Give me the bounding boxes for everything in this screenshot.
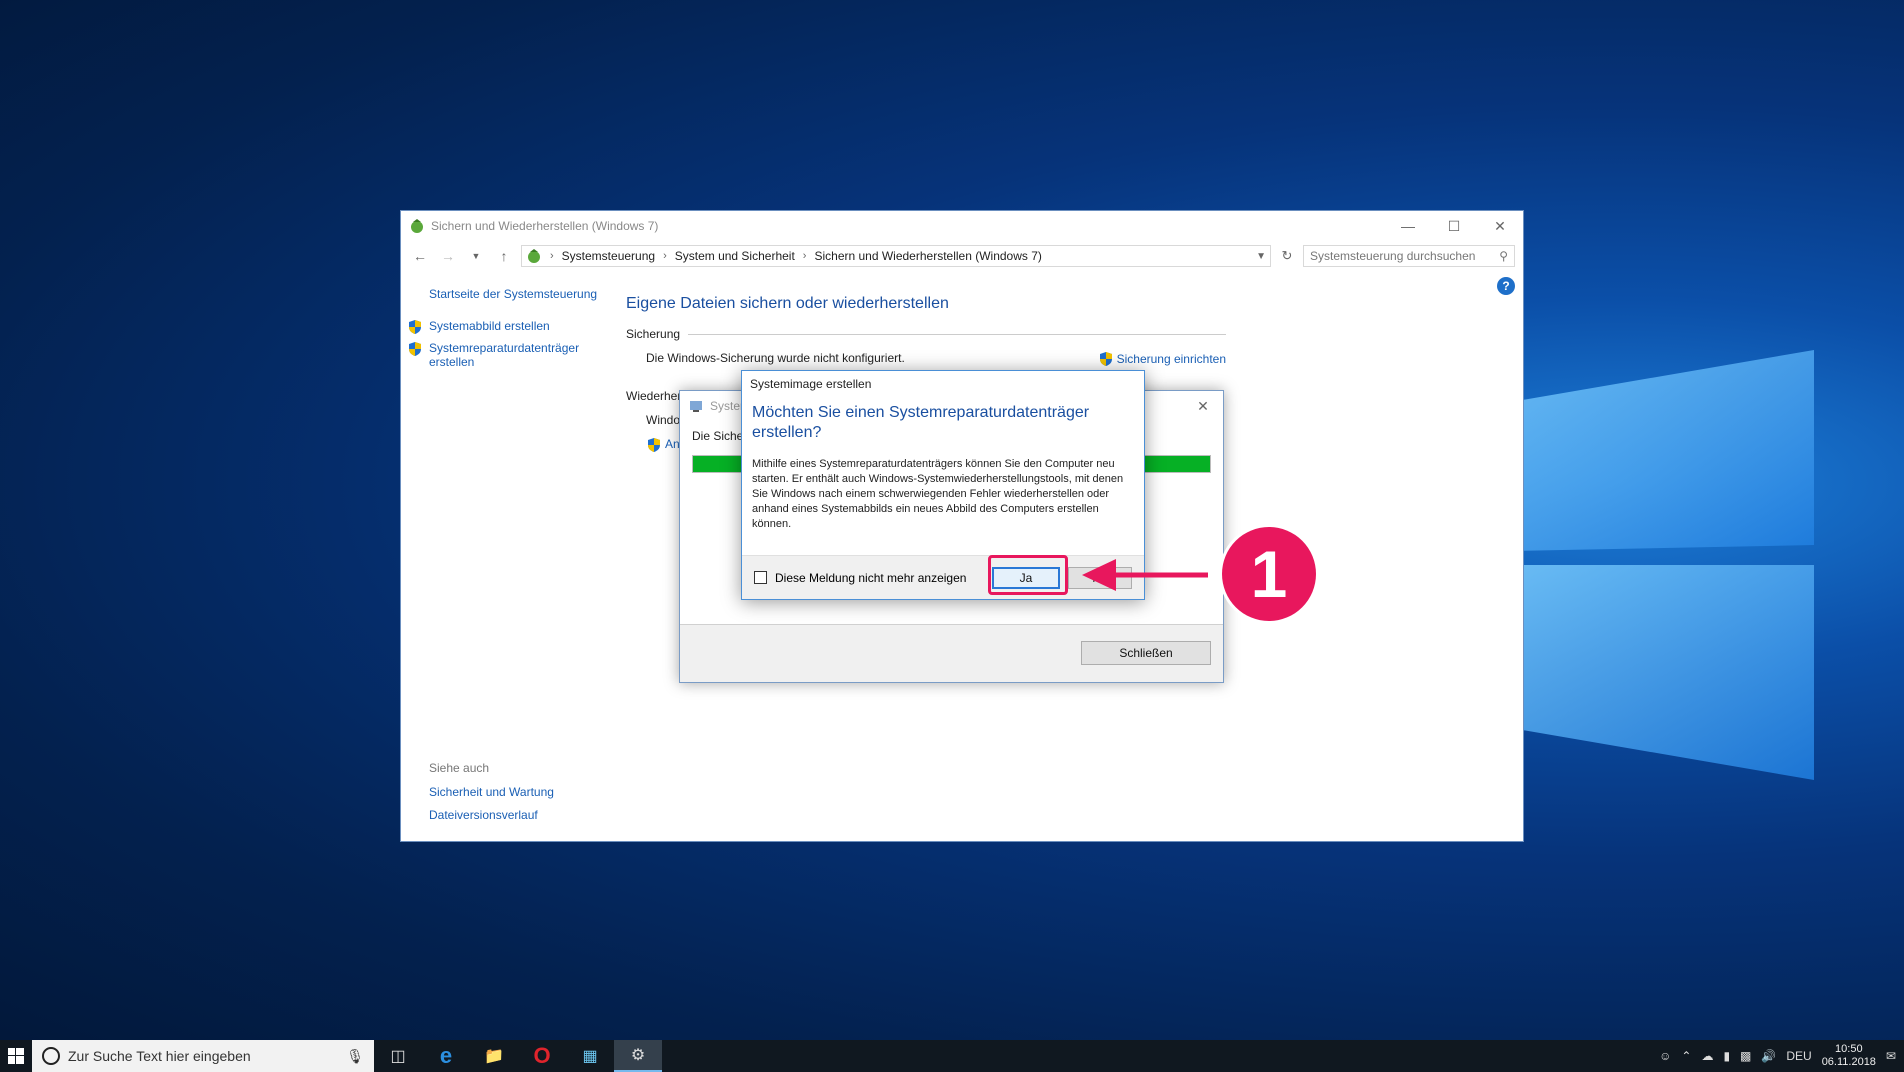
people-icon[interactable]: ☺ <box>1659 1049 1671 1063</box>
recent-locations-chevron-icon[interactable]: ▼ <box>465 251 487 261</box>
backup-section-header: Sicherung <box>626 327 1226 341</box>
page-title: Eigene Dateien sichern oder wiederherste… <box>626 295 949 312</box>
battery-icon[interactable]: ▮ <box>1723 1049 1730 1063</box>
taskbar: Zur Suche Text hier eingeben 🎙 ◫ e 📁 O ▦… <box>0 1040 1904 1072</box>
control-panel-taskbar-icon[interactable]: ▦ <box>566 1040 614 1072</box>
control-panel-home-link[interactable]: Startseite der Systemsteuerung <box>429 287 629 301</box>
backup-restore-icon <box>411 219 423 233</box>
refresh-icon[interactable]: ↻ <box>1277 248 1297 264</box>
back-arrow-icon[interactable]: ← <box>409 248 431 264</box>
search-icon: ⚲ <box>1499 249 1508 263</box>
windows-start-icon <box>8 1048 24 1064</box>
close-button[interactable]: ✕ <box>1477 211 1523 241</box>
forward-arrow-icon[interactable]: → <box>437 248 459 264</box>
prompt-titlebar: Systemimage erstellen <box>750 377 872 391</box>
file-history-link[interactable]: Dateiversionsverlauf <box>429 808 554 822</box>
uac-shield-icon <box>648 438 660 452</box>
setup-backup-link[interactable]: Sicherung einrichten <box>1098 351 1226 367</box>
section-divider <box>688 333 1226 335</box>
address-bar[interactable]: › Systemsteuerung › System und Sicherhei… <box>521 245 1271 267</box>
prompt-main: Möchten Sie einen Systemreparaturdatentr… <box>742 397 1144 532</box>
maximize-button[interactable]: ☐ <box>1431 211 1477 241</box>
step-number-badge: 1 <box>1222 527 1316 621</box>
dialog-close-button[interactable]: ✕ <box>1183 391 1223 421</box>
breadcrumb-separator-icon: › <box>663 250 667 262</box>
uac-shield-icon <box>1099 352 1112 366</box>
dont-show-again-label[interactable]: Diese Meldung nicht mehr anzeigen <box>775 571 992 585</box>
clock[interactable]: 10:50 06.11.2018 <box>1822 1043 1876 1069</box>
clock-time: 10:50 <box>1835 1043 1863 1055</box>
security-maintenance-link[interactable]: Sicherheit und Wartung <box>429 785 554 799</box>
breadcrumb-item[interactable]: Systemsteuerung <box>562 249 655 263</box>
backup-status-row: Die Windows-Sicherung wurde nicht konfig… <box>626 351 1226 367</box>
breadcrumb-item[interactable]: Sichern und Wiederherstellen (Windows 7) <box>814 249 1041 263</box>
system-tray: ☺ ⌃ ☁ ▮ ▩ 🔊 DEU 10:50 06.11.2018 ✉ <box>1659 1043 1904 1069</box>
action-center-icon[interactable]: ✉ <box>1886 1049 1896 1063</box>
cortana-icon <box>42 1047 60 1065</box>
network-icon[interactable]: ▩ <box>1740 1049 1751 1063</box>
dialog-footer: Schließen <box>680 624 1223 682</box>
help-icon[interactable]: ? <box>1497 277 1515 295</box>
window-title: Sichern und Wiederherstellen (Windows 7) <box>431 219 659 233</box>
start-button[interactable] <box>0 1040 32 1072</box>
address-dropdown-icon[interactable]: ▼ <box>1256 251 1266 262</box>
search-placeholder: Systemsteuerung durchsuchen <box>1310 249 1476 263</box>
microphone-icon[interactable]: 🎙 <box>346 1048 364 1065</box>
breadcrumb-separator-icon: › <box>550 250 554 262</box>
address-row: ← → ▼ ↑ › Systemsteuerung › System und S… <box>401 241 1523 271</box>
edge-browser-icon[interactable]: e <box>422 1040 470 1072</box>
task-view-icon[interactable]: ◫ <box>374 1040 422 1072</box>
file-explorer-icon[interactable]: 📁 <box>470 1040 518 1072</box>
uac-shield-icon <box>409 342 421 356</box>
clock-date: 06.11.2018 <box>1821 1056 1876 1068</box>
show-hidden-icons-chevron-icon[interactable]: ⌃ <box>1681 1049 1691 1063</box>
see-also-section: Siehe auch Sicherheit und Wartung Dateiv… <box>429 761 554 831</box>
taskbar-search-placeholder: Zur Suche Text hier eingeben <box>68 1048 251 1064</box>
sidebar-item-label: Systemabbild erstellen <box>429 319 550 333</box>
prompt-heading: Möchten Sie einen Systemreparaturdatentr… <box>752 404 1090 441</box>
breadcrumb-separator-icon: › <box>802 250 807 262</box>
search-input[interactable]: Systemsteuerung durchsuchen ⚲ <box>1303 245 1515 267</box>
volume-icon[interactable]: 🔊 <box>1761 1049 1776 1063</box>
sidebar-item-system-image[interactable]: Systemabbild erstellen <box>407 319 629 335</box>
up-arrow-icon[interactable]: ↑ <box>493 248 515 264</box>
sidebar-item-label: Systemreparaturdatenträger erstellen <box>429 341 580 369</box>
setup-backup-label: Sicherung einrichten <box>1116 352 1226 366</box>
onedrive-cloud-icon[interactable]: ☁ <box>1701 1049 1713 1063</box>
minimize-button[interactable]: — <box>1385 211 1431 241</box>
system-image-icon <box>690 401 702 412</box>
taskbar-search-input[interactable]: Zur Suche Text hier eingeben 🎙 <box>32 1040 374 1072</box>
uac-shield-icon <box>409 320 421 334</box>
window-titlebar: Sichern und Wiederherstellen (Windows 7)… <box>401 211 1523 241</box>
breadcrumb-item[interactable]: System und Sicherheit <box>675 249 795 263</box>
backup-status-text: Die Windows-Sicherung wurde nicht konfig… <box>646 351 905 365</box>
see-also-header: Siehe auch <box>429 761 490 775</box>
annotation-arrow-icon <box>1082 559 1208 591</box>
left-navigation-pane: Startseite der Systemsteuerung Systemabb… <box>409 287 629 375</box>
control-panel-icon <box>528 249 540 263</box>
backup-header-label: Sicherung <box>626 327 681 341</box>
opera-browser-icon[interactable]: O <box>518 1040 566 1072</box>
close-dialog-button[interactable]: Schließen <box>1081 641 1211 665</box>
prompt-body-text: Mithilfe eines Systemreparaturdatenträge… <box>752 458 1124 530</box>
dont-show-again-checkbox[interactable] <box>754 571 767 584</box>
sidebar-item-repair-disc[interactable]: Systemreparaturdatenträger erstellen <box>407 341 629 369</box>
backup-restore-taskbar-icon[interactable]: ⚙ <box>614 1040 662 1072</box>
yes-button-highlight <box>988 555 1068 595</box>
input-language[interactable]: DEU <box>1786 1049 1811 1063</box>
